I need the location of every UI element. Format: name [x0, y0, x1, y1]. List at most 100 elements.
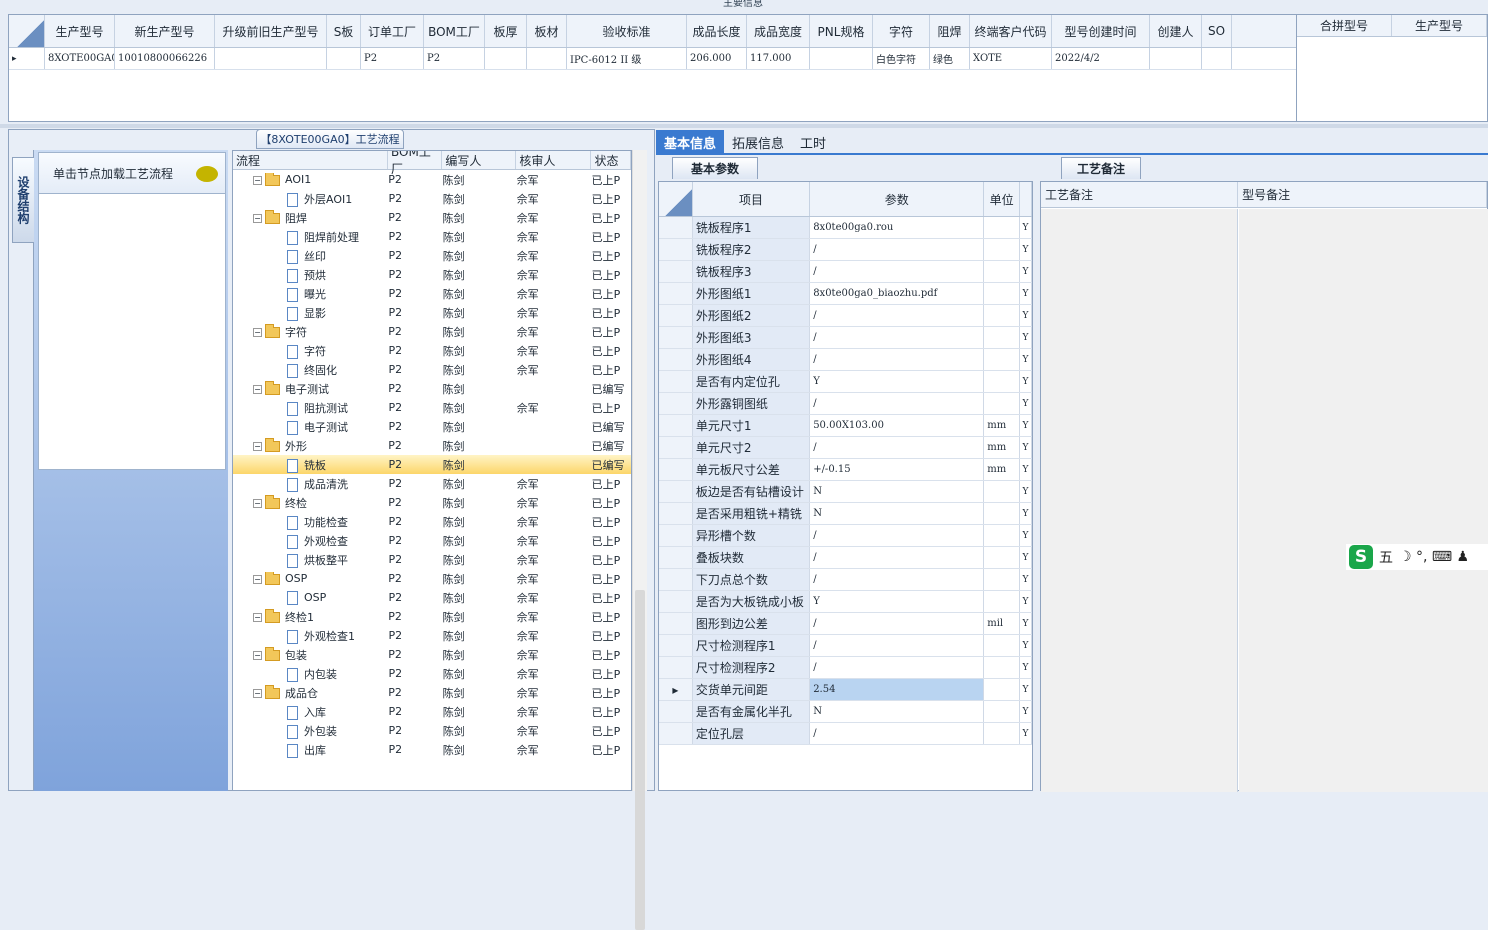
tree-row[interactable]: 预烘 P2 陈剑 佘军 已上P — [233, 265, 631, 284]
cell[interactable]: 8XOTE00GA0 — [45, 48, 115, 69]
flow-node[interactable]: 外包装 — [233, 723, 389, 739]
collapse-toggle-icon[interactable]: − — [253, 613, 262, 622]
param-row[interactable]: 异形槽个数 / Y — [659, 525, 1032, 547]
model-notes-field[interactable] — [1239, 209, 1488, 792]
collapse-toggle-icon[interactable]: − — [253, 328, 262, 337]
col-header[interactable]: 成品长度 — [687, 15, 747, 47]
tree-row[interactable]: 阻焊前处理 P2 陈剑 佘军 已上P — [233, 227, 631, 246]
tree-row[interactable]: 电子测试 P2 陈剑 已编写 — [233, 417, 631, 436]
tree-row[interactable]: 铣板 P2 陈剑 已编写 — [233, 455, 631, 474]
cell[interactable]: IPC-6012 II 级 — [567, 48, 687, 69]
flow-node[interactable]: 入库 — [233, 704, 389, 720]
col-header[interactable]: 升级前旧生产型号 — [215, 15, 327, 47]
flow-node[interactable]: 显影 — [233, 305, 389, 321]
collapse-toggle-icon[interactable]: − — [253, 574, 262, 584]
tree-row[interactable]: 曝光 P2 陈剑 佘军 已上P — [233, 284, 631, 303]
flow-node[interactable]: 内包装 — [233, 666, 389, 682]
col-header[interactable]: 生产型号 — [1392, 15, 1487, 36]
param-row[interactable]: 尺寸检测程序2/ Y — [659, 657, 1032, 679]
param-row[interactable]: 单元尺寸1 50.00X103.00 mm Y — [659, 415, 1032, 437]
process-notes-field[interactable] — [1041, 209, 1238, 792]
param-row[interactable]: 外形图纸3/ Y — [659, 327, 1032, 349]
cell[interactable] — [810, 48, 873, 69]
param-value[interactable]: / — [810, 393, 985, 414]
param-value[interactable]: / — [810, 723, 985, 744]
col-header[interactable]: 验收标准 — [567, 15, 687, 47]
tree-row[interactable]: − 字符 P2 陈剑 佘军 已上P — [233, 322, 631, 341]
tree-row[interactable]: 出库 P2 陈剑 佘军 已上P — [233, 740, 631, 759]
tree-row[interactable]: 外观检查 P2 陈剑 佘军 已上P — [233, 531, 631, 550]
cell[interactable] — [327, 48, 361, 69]
flow-node[interactable]: − 外形 — [233, 438, 388, 454]
scrollbar-thumb[interactable] — [635, 590, 645, 930]
param-value[interactable]: 8x0te00ga0.rou — [810, 217, 985, 238]
col-header[interactable]: 参数 — [810, 182, 985, 216]
tree-row[interactable]: 显影 P2 陈剑 佘军 已上P — [233, 303, 631, 322]
tree-row[interactable]: OSP P2 陈剑 佘军 已上P — [233, 588, 631, 607]
param-row[interactable]: 叠板块数 / Y — [659, 547, 1032, 569]
tree-row[interactable]: 外观检查1 P2 陈剑 佘军 已上P — [233, 626, 631, 645]
flow-node[interactable]: − OSP — [233, 572, 388, 585]
cell[interactable] — [215, 48, 327, 69]
tree-row[interactable]: 字符 P2 陈剑 佘军 已上P — [233, 341, 631, 360]
param-value[interactable]: N — [810, 503, 985, 524]
flow-node[interactable]: 功能检查 — [233, 514, 389, 530]
col-header[interactable]: 板材 — [527, 15, 567, 47]
param-value[interactable]: / — [810, 547, 985, 568]
flow-node[interactable]: 阻焊前处理 — [233, 229, 389, 245]
param-value[interactable]: N — [810, 701, 985, 722]
param-value[interactable]: / — [810, 657, 985, 678]
equipment-structure-tab[interactable]: 设备结构 — [12, 157, 34, 243]
tree-row[interactable]: 外包装 P2 陈剑 佘军 已上P — [233, 721, 631, 740]
param-value[interactable]: / — [810, 327, 985, 348]
flow-node[interactable]: OSP — [233, 590, 389, 605]
param-value[interactable]: 8x0te00ga0_biaozhu.pdf — [810, 283, 985, 304]
ime-tool-icons[interactable]: ☽ °, ⌨ ♟ — [1399, 549, 1469, 565]
param-value[interactable]: / — [810, 261, 985, 282]
cell[interactable]: 117.000 — [747, 48, 810, 69]
flow-node[interactable]: 铣板 — [233, 457, 389, 473]
param-row[interactable]: 是否为大板铣成小板 Y Y — [659, 591, 1032, 613]
param-row[interactable]: 下刀点总个数 / Y — [659, 569, 1032, 591]
tree-row[interactable]: 外层AOI1 P2 陈剑 佘军 已上P — [233, 189, 631, 208]
col-header[interactable]: 字符 — [873, 15, 930, 47]
tree-row[interactable]: − OSP P2 陈剑 佘军 已上P — [233, 569, 631, 588]
param-value[interactable]: / — [810, 569, 985, 590]
process-notes-tab[interactable]: 工艺备注 — [1061, 157, 1141, 179]
tree-row[interactable]: − 终检 P2 陈剑 佘军 已上P — [233, 493, 631, 512]
tree-row[interactable]: − 外形 P2 陈剑 已编写 — [233, 436, 631, 455]
param-row[interactable]: 铣板程序1 8x0te00ga0.rou Y — [659, 217, 1032, 239]
tree-row[interactable]: − 电子测试 P2 陈剑 已编写 — [233, 379, 631, 398]
param-row[interactable]: 板边是否有钻槽设计 N Y — [659, 481, 1032, 503]
param-row[interactable]: 外形图纸1 8x0te00ga0_biaozhu.pdf Y — [659, 283, 1032, 305]
tab-2[interactable]: 工时 — [792, 130, 834, 154]
col-header[interactable]: 状态 — [591, 151, 631, 169]
collapse-toggle-icon[interactable]: − — [253, 689, 262, 698]
flow-node[interactable]: 外观检查 — [233, 533, 389, 549]
tree-row[interactable]: 内包装 P2 陈剑 佘军 已上P — [233, 664, 631, 683]
flow-node[interactable]: − 电子测试 — [233, 381, 388, 397]
ime-mode-label[interactable]: 五 — [1379, 547, 1393, 567]
cell[interactable]: 2022/4/2 — [1052, 48, 1150, 69]
tree-row[interactable]: 终固化 P2 陈剑 佘军 已上P — [233, 360, 631, 379]
tree-row[interactable]: 阻抗测试 P2 陈剑 佘军 已上P — [233, 398, 631, 417]
tree-row[interactable]: 入库 P2 陈剑 佘军 已上P — [233, 702, 631, 721]
col-header[interactable]: 创建人 — [1150, 15, 1202, 47]
cell[interactable]: P2 — [424, 48, 485, 69]
col-header[interactable]: 型号创建时间 — [1052, 15, 1150, 47]
param-row[interactable]: 单元板尺寸公差 +/-0.15 mm Y — [659, 459, 1032, 481]
flow-node[interactable]: − 包装 — [233, 647, 388, 663]
collapse-toggle-icon[interactable]: − — [253, 651, 262, 660]
col-header[interactable]: 终端客户代码 — [970, 15, 1052, 47]
cell[interactable]: XOTE — [970, 48, 1052, 69]
param-value[interactable]: / — [810, 239, 985, 260]
tree-row[interactable]: 丝印 P2 陈剑 佘军 已上P — [233, 246, 631, 265]
param-row[interactable]: 铣板程序3/ Y — [659, 261, 1032, 283]
col-header[interactable]: 新生产型号 — [115, 15, 215, 47]
param-row[interactable]: 是否采用粗铣+精铣 N Y — [659, 503, 1032, 525]
col-header[interactable]: 阻焊 — [930, 15, 970, 47]
col-header[interactable]: SO — [1202, 15, 1232, 47]
param-row[interactable]: 图形到边公差 / mil Y — [659, 613, 1032, 635]
horizontal-splitter[interactable] — [0, 124, 1488, 128]
col-header[interactable]: PNL规格 — [810, 15, 873, 47]
